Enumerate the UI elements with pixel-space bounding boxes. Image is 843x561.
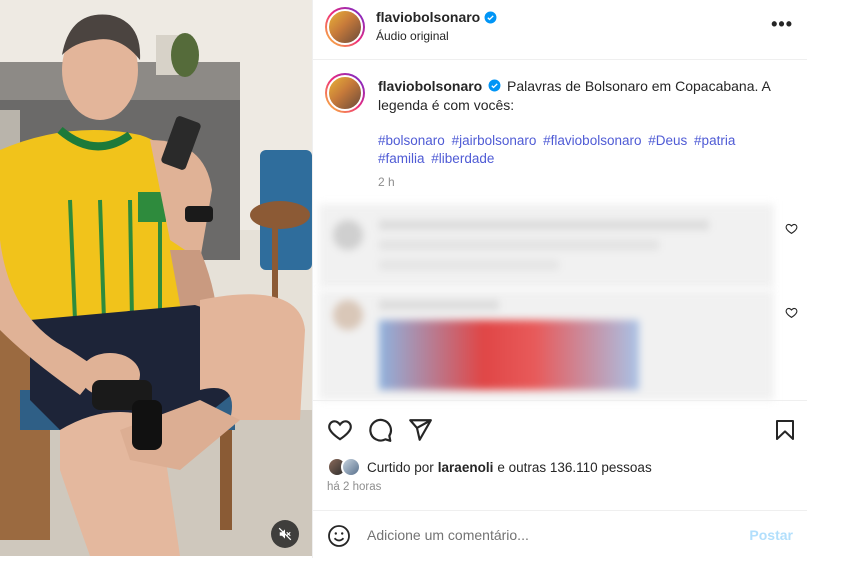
likes-prefix: Curtido por	[367, 459, 434, 475]
hashtag-link[interactable]: #bolsonaro	[378, 133, 445, 148]
hashtag-link[interactable]: #familia	[378, 151, 425, 166]
post-header: flaviobolsonaro Áudio original •••	[313, 0, 807, 60]
caption-username[interactable]: flaviobolsonaro	[378, 78, 482, 94]
hashtag-link[interactable]: #Deus	[648, 133, 687, 148]
comment-bar: Postar	[313, 510, 807, 558]
share-icon[interactable]	[407, 417, 433, 443]
author-avatar[interactable]	[325, 7, 365, 47]
likes-user[interactable]: laraenoli	[438, 460, 494, 475]
comment-input[interactable]	[367, 525, 727, 545]
mute-button[interactable]	[271, 520, 299, 548]
hashtag-link[interactable]: #jairbolsonaro	[452, 133, 537, 148]
instagram-post-view: flaviobolsonaro Áudio original ••• flavi…	[0, 0, 807, 558]
bookmark-icon[interactable]	[773, 417, 797, 443]
post-actions: Curtido por laraenoli e outras 136.110 p…	[313, 400, 807, 510]
likes-suffix[interactable]: e outras 136.110 pessoas	[497, 460, 651, 475]
liker-avatar[interactable]	[341, 457, 361, 477]
post-media[interactable]	[0, 0, 312, 556]
post-photo	[0, 0, 312, 556]
blurred-comment	[319, 204, 774, 288]
comment-like-icon[interactable]	[785, 222, 798, 235]
verified-icon	[484, 11, 497, 23]
post-side-panel: flaviobolsonaro Áudio original ••• flavi…	[312, 0, 807, 558]
emoji-icon[interactable]	[327, 524, 351, 548]
blurred-comment	[319, 290, 774, 400]
verified-icon	[488, 79, 501, 92]
author-username-row: flaviobolsonaro	[376, 9, 497, 25]
hashtag-link[interactable]: #flaviobolsonaro	[543, 133, 641, 148]
more-icon[interactable]: •••	[771, 14, 793, 35]
likes-summary: Curtido por laraenoli e outras 136.110 p…	[327, 457, 652, 477]
caption-avatar[interactable]	[325, 73, 365, 113]
audio-label[interactable]: Áudio original	[376, 29, 449, 43]
post-timestamp[interactable]: há 2 horas	[327, 481, 381, 493]
comment-like-icon[interactable]	[785, 306, 798, 319]
hashtags: #bolsonaro #jairbolsonaro #flaviobolsona…	[378, 132, 790, 168]
hashtag-link[interactable]: #patria	[694, 133, 735, 148]
author-username[interactable]: flaviobolsonaro	[376, 9, 480, 25]
caption: flaviobolsonaro Palavras de Bolsonaro em…	[378, 77, 790, 115]
mute-icon	[278, 527, 292, 541]
heart-icon[interactable]	[327, 417, 353, 443]
comment-icon[interactable]	[367, 417, 393, 443]
hashtag-link[interactable]: #liberdade	[431, 151, 494, 166]
caption-timestamp: 2 h	[378, 175, 395, 189]
post-comment-button[interactable]: Postar	[749, 527, 793, 543]
